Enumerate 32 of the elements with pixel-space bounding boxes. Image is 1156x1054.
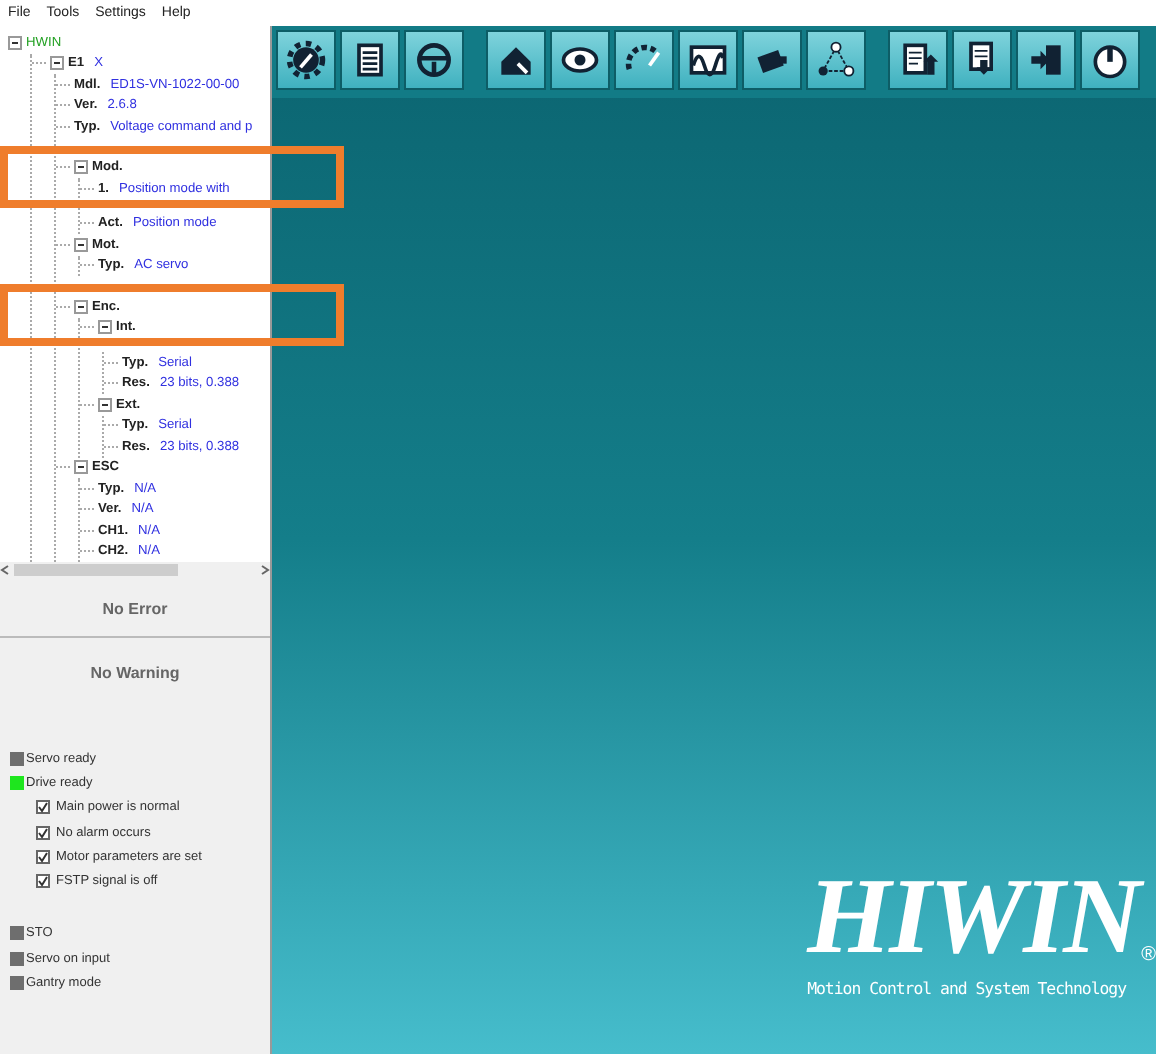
wrench-gear-icon	[284, 38, 328, 82]
registered-mark: ®	[1141, 944, 1156, 966]
toolbar-button[interactable]	[614, 30, 674, 90]
error-status: No Error	[0, 582, 270, 638]
collapse-icon[interactable]	[74, 237, 88, 252]
toolbar-button[interactable]	[742, 30, 802, 90]
collapse-icon[interactable]	[74, 160, 88, 175]
scroll-right-icon[interactable]	[260, 564, 270, 576]
tagline: Motion Control and System Technology	[807, 978, 1127, 998]
brand-logo: HIWIN	[807, 866, 1140, 966]
toolbar-button[interactable]	[1080, 30, 1140, 90]
toolbar-button[interactable]	[888, 30, 948, 90]
toolbar-button[interactable]	[550, 30, 610, 90]
toolbar-button[interactable]	[1016, 30, 1076, 90]
collapse-icon[interactable]	[74, 460, 88, 475]
scrollbar-thumb[interactable]	[14, 564, 179, 576]
toolbar-button[interactable]	[678, 30, 738, 90]
toolbar-button[interactable]	[404, 30, 464, 90]
toolbar-button[interactable]	[340, 30, 400, 90]
warning-status: No Warning	[88, 662, 182, 686]
collapse-icon[interactable]	[74, 299, 88, 314]
scroll-left-icon[interactable]	[0, 564, 10, 576]
toolbar-button[interactable]	[276, 30, 336, 90]
toolbar-button[interactable]	[952, 30, 1012, 90]
collapse-icon[interactable]	[50, 56, 64, 71]
collapse-icon[interactable]	[98, 397, 112, 412]
collapse-icon[interactable]	[8, 35, 22, 50]
collapse-icon[interactable]	[98, 320, 112, 335]
toolbar-button[interactable]	[486, 30, 546, 90]
toolbar-button[interactable]	[806, 30, 866, 90]
network-nodes-icon	[814, 38, 858, 82]
steering-wheel-icon	[412, 38, 456, 82]
